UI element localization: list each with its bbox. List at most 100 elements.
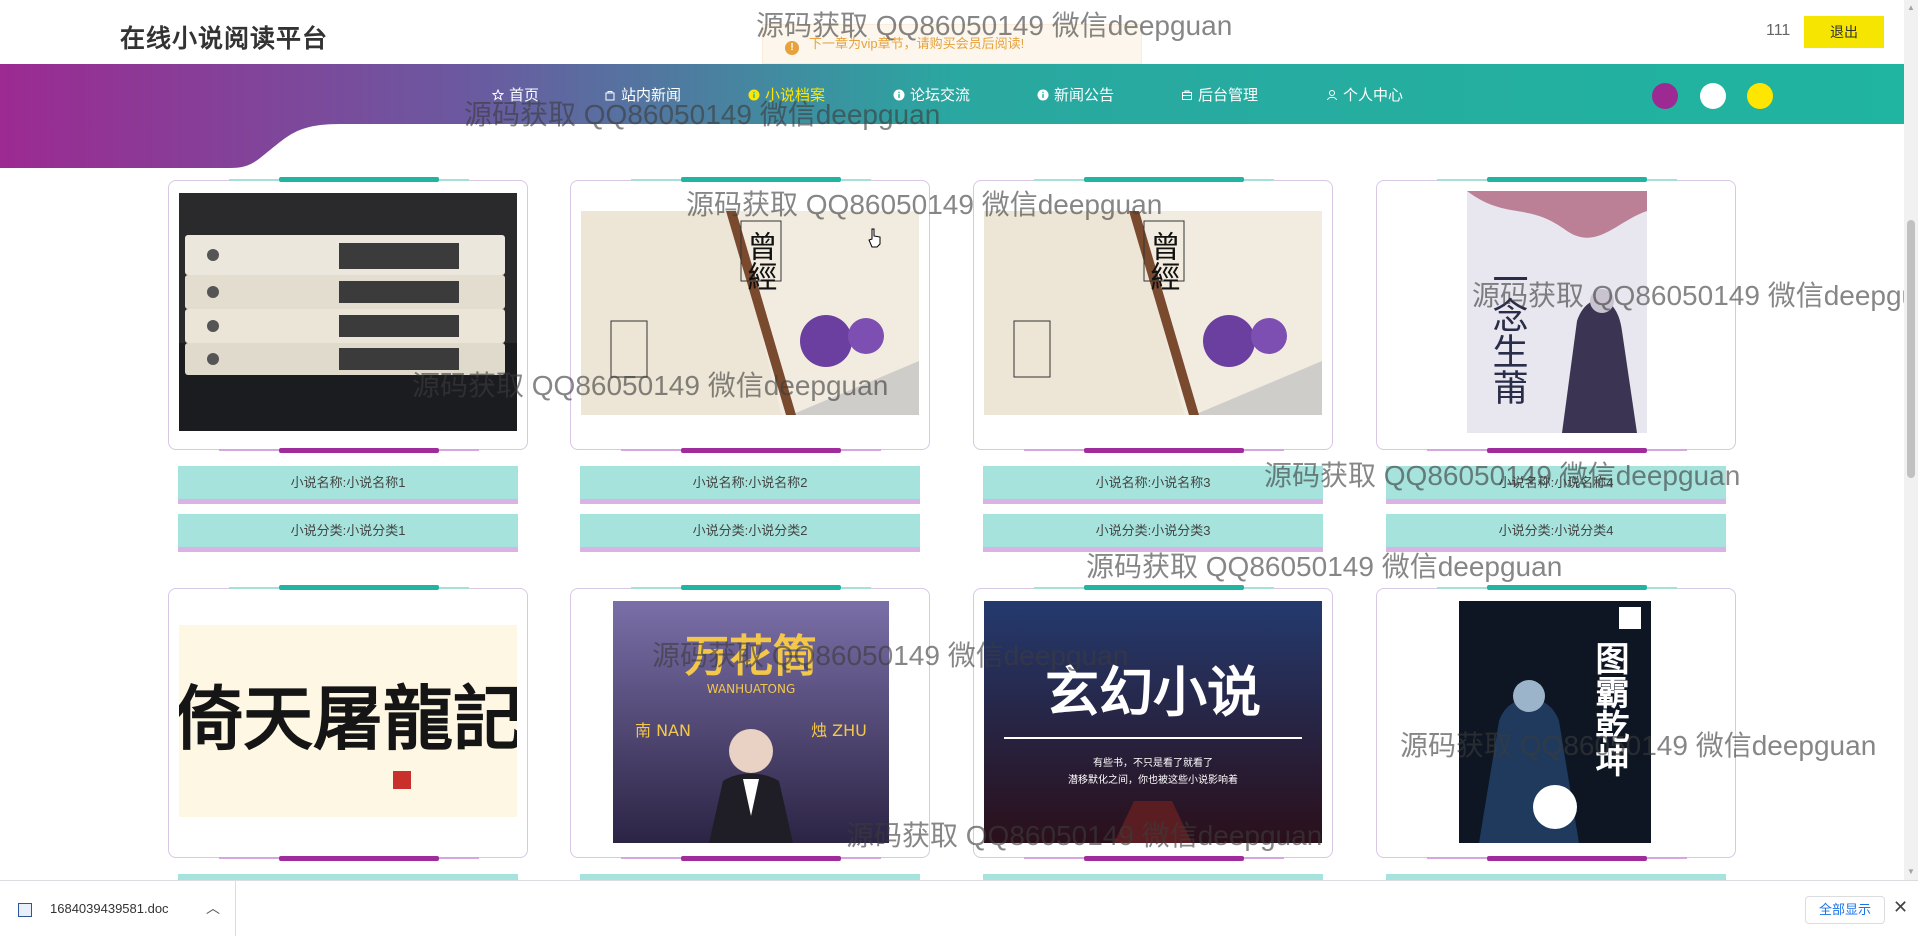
cover-title-text: 一念生莆: [1487, 261, 1528, 405]
download-filename: 1684039439581.doc: [50, 901, 169, 916]
frame-decoration: [1084, 585, 1244, 590]
frame-decoration: [1487, 448, 1647, 453]
novel-name: 小说名称:小说名称2: [580, 466, 920, 504]
nav-item-label: 站内新闻: [621, 86, 682, 104]
frame-decoration: [279, 448, 439, 453]
briefcase-icon: [1181, 88, 1193, 100]
novel-card[interactable]: 小说名称:小说名称1 小说分类:小说分类1: [168, 177, 528, 552]
theme-dot-white[interactable]: [1700, 83, 1726, 109]
novel-category: 小说分类:小说分类2: [580, 514, 920, 552]
novel-card[interactable]: 一念生莆 小说名称:小说名称4 小说分类:小说分类4: [1376, 177, 1736, 552]
site-title: 在线小说阅读平台: [120, 25, 329, 53]
frame-decoration: [681, 856, 841, 861]
novel-cover-image[interactable]: 一念生莆: [1467, 191, 1647, 433]
nav-item-profile[interactable]: 个人中心: [1326, 84, 1403, 104]
novel-name: 小说名称:小说名称4: [1386, 466, 1726, 504]
frame-decoration: [279, 856, 439, 861]
card-frame: 一念生莆: [1376, 177, 1736, 453]
frame-decoration: [681, 448, 841, 453]
novel-cover-image[interactable]: 倚天屠龍記: [179, 625, 517, 817]
nav-item-label: 论坛交流: [910, 86, 971, 104]
main-nav: 首页 站内新闻 小说档案 论坛交流 新闻公告 后台管理 个人中心: [0, 64, 1904, 124]
bag-icon: [604, 88, 616, 101]
nav-item-label: 新闻公告: [1054, 86, 1115, 104]
nav-item-novels[interactable]: 小说档案: [748, 84, 825, 104]
cover-subtitle-text: 潜移默化之间，你也被这些小说影响着: [1068, 773, 1238, 786]
novel-name: 小说名称:小说名称1: [178, 466, 518, 504]
frame-decoration: [681, 585, 841, 590]
card-frame: 图霸乾坤: [1376, 585, 1736, 861]
cover-title-text: 曾經: [1145, 231, 1180, 291]
frame-decoration: [1487, 585, 1647, 590]
scroll-down-icon[interactable]: ▼: [1907, 868, 1915, 876]
cover-title-text: 倚天屠龍記: [179, 677, 517, 760]
novel-card[interactable]: 图霸乾坤: [1376, 585, 1736, 880]
frame-decoration: [1084, 448, 1244, 453]
toast-message: 下一章为vip章节，请购买会员后阅读!: [809, 36, 1025, 51]
card-frame: 曾經: [973, 177, 1333, 453]
theme-dot-yellow[interactable]: [1747, 83, 1773, 109]
username: 111: [1766, 22, 1791, 39]
doc-file-icon: [18, 903, 32, 917]
novel-category: 小说分类:小说分类3: [983, 514, 1323, 552]
cover-title-text: 万花筒: [685, 631, 817, 682]
nav-item-admin[interactable]: 后台管理: [1181, 84, 1258, 104]
frame-decoration: [279, 177, 439, 182]
show-all-button[interactable]: 全部显示: [1805, 896, 1885, 924]
novel-cover-image[interactable]: 曾經: [984, 211, 1322, 415]
warning-icon: !: [785, 41, 799, 55]
vip-warning-toast: ! 下一章为vip章节，请购买会员后阅读!: [762, 24, 1142, 64]
card-frame: 倚天屠龍記: [168, 585, 528, 861]
close-icon[interactable]: ✕: [1893, 897, 1908, 918]
nav-item-label: 后台管理: [1198, 86, 1259, 104]
novel-card[interactable]: 万花筒 WANHUATONG 南 NAN 烛 ZHU: [570, 585, 930, 880]
frame-decoration: [1084, 177, 1244, 182]
card-frame: 玄幻小说 有些书，不只是看了就看了 潜移默化之间，你也被这些小说影响着: [973, 585, 1333, 861]
nav-item-label: 首页: [509, 86, 540, 104]
cover-title-text: 图霸乾坤: [1589, 641, 1629, 777]
page: 在线小说阅读平台 111 退出 首页 站内新闻 小说档案 论坛交流 新闻公告 后…: [0, 0, 1918, 936]
card-frame: [168, 177, 528, 453]
info-icon: [748, 88, 760, 101]
mouse-cursor-icon: [868, 228, 882, 248]
novel-cover-image[interactable]: 图霸乾坤: [1459, 601, 1651, 843]
scroll-up-icon[interactable]: ▲: [1907, 4, 1915, 12]
vertical-scrollbar[interactable]: ▲ ▼: [1904, 0, 1918, 880]
star-icon: [491, 88, 505, 101]
nav-item-label: 小说档案: [765, 86, 826, 104]
cover-subtitle-text: 烛 ZHU: [811, 721, 867, 740]
info-icon: [1037, 88, 1049, 101]
frame-decoration: [1487, 856, 1647, 861]
theme-dot-purple[interactable]: [1652, 83, 1678, 109]
novel-grid: 小说名称:小说名称1 小说分类:小说分类1 曾經 小说名称:小说名称2 小说分类…: [0, 168, 1904, 880]
frame-decoration: [1084, 856, 1244, 861]
novel-card[interactable]: 倚天屠龍記: [168, 585, 528, 880]
chevron-up-icon[interactable]: ︿: [206, 898, 220, 918]
card-frame: 曾經: [570, 177, 930, 453]
scrollbar-thumb[interactable]: [1907, 220, 1915, 478]
nav-item-label: 个人中心: [1343, 86, 1404, 104]
nav-item-announcements[interactable]: 新闻公告: [1037, 84, 1114, 104]
frame-decoration: [1487, 177, 1647, 182]
frame-decoration: [681, 177, 841, 182]
novel-cover-image[interactable]: 万花筒 WANHUATONG 南 NAN 烛 ZHU: [613, 601, 889, 843]
cover-subtitle-text: 有些书，不只是看了就看了: [1093, 756, 1213, 769]
novel-category: 小说分类:小说分类4: [1386, 514, 1726, 552]
frame-decoration: [279, 585, 439, 590]
download-bar: 1684039439581.doc ︿ 全部显示 ✕: [0, 880, 1918, 936]
novel-cover-image[interactable]: 玄幻小说 有些书，不只是看了就看了 潜移默化之间，你也被这些小说影响着: [984, 601, 1322, 843]
novel-name: 小说名称:小说名称3: [983, 466, 1323, 504]
logout-button[interactable]: 退出: [1804, 16, 1884, 48]
novel-category: 小说分类:小说分类1: [178, 514, 518, 552]
cover-title-text: 玄幻小说: [1045, 660, 1261, 724]
download-item[interactable]: 1684039439581.doc ︿: [0, 881, 236, 936]
card-frame: 万花筒 WANHUATONG 南 NAN 烛 ZHU: [570, 585, 930, 861]
novel-card[interactable]: 玄幻小说 有些书，不只是看了就看了 潜移默化之间，你也被这些小说影响着: [973, 585, 1333, 880]
novel-cover-image[interactable]: [179, 193, 517, 431]
nav-item-news[interactable]: 站内新闻: [604, 84, 681, 104]
info-icon: [893, 88, 905, 101]
novel-card[interactable]: 曾經 小说名称:小说名称3 小说分类:小说分类3: [973, 177, 1333, 552]
user-icon: [1326, 88, 1338, 101]
nav-item-forum[interactable]: 论坛交流: [893, 84, 970, 104]
nav-item-home[interactable]: 首页: [491, 84, 540, 104]
